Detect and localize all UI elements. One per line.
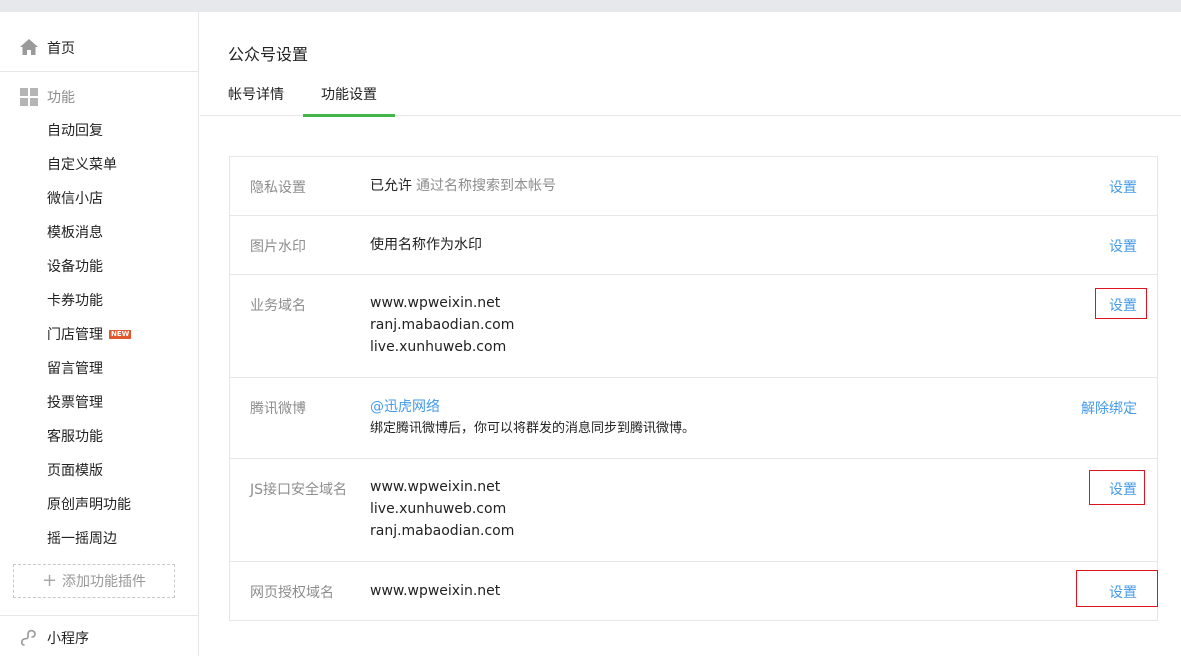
privacy-settings-link[interactable]: 设置 [1109,177,1137,197]
sidebar-group-features: 功能 [0,84,198,108]
sidebar-mini-program-label: 小程序 [47,631,89,647]
domain-item: live.xunhuweb.com [370,339,507,355]
privacy-description: 通过名称搜索到本帐号 [416,178,556,194]
row-label: 图片水印 [250,239,306,255]
tab-account-details[interactable]: 帐号详情 [228,84,284,104]
domain-item: live.xunhuweb.com [370,501,507,517]
plus-icon: + [41,570,58,591]
settings-row-web-auth-domain: 网页授权域名 www.wpweixin.net 设置 [230,562,1158,621]
settings-row-tencent-weibo: 腾讯微博 @迅虎网络 绑定腾讯微博后，你可以将群发的消息同步到腾讯微博。 解除绑… [230,378,1157,459]
row-label: 业务域名 [250,298,306,314]
unbind-weibo-link[interactable]: 解除绑定 [1081,398,1137,418]
row-label: JS接口安全域名 [250,482,348,498]
business-domain-settings-link[interactable]: 设置 [1109,295,1137,315]
sidebar-item-auto-reply[interactable]: 自动回复 [47,120,103,140]
page-title: 公众号设置 [228,45,309,64]
settings-table: 隐私设置 已允许 通过名称搜索到本帐号 设置 图片水印 使用名称作为水印 设置 业… [229,156,1158,621]
domain-list: www.wpweixin.net live.xunhuweb.com ranj.… [370,476,514,542]
settings-row-business-domain: 业务域名 www.wpweixin.net ranj.mabaodian.com… [230,275,1157,378]
sidebar-divider [0,71,198,72]
domain-item: ranj.mabaodian.com [370,523,515,539]
sidebar-item-custom-menu[interactable]: 自定义菜单 [47,154,117,174]
sidebar-group-label: 功能 [47,90,75,106]
sidebar-item-page-template[interactable]: 页面模版 [47,460,103,480]
add-plugin-label: 添加功能插件 [62,574,147,590]
sidebar-home-label: 首页 [47,41,75,57]
sidebar-item-comments[interactable]: 留言管理 [47,358,103,378]
row-value: 使用名称作为水印 [370,237,482,253]
tab-bar: 帐号详情 功能设置 [200,74,1181,117]
row-value: www.wpweixin.net [370,583,501,599]
add-plugin-button[interactable]: + 添加功能插件 [13,564,175,598]
main-content: 公众号设置 帐号详情 功能设置 隐私设置 已允许 通过名称搜索到本帐号 设置 图片… [200,12,1181,656]
sidebar-item-mini-program[interactable]: 小程序 [0,626,198,652]
settings-row-privacy: 隐私设置 已允许 通过名称搜索到本帐号 设置 [230,157,1157,216]
mini-program-icon [20,629,36,646]
row-label: 网页授权域名 [250,585,334,601]
weibo-account-link[interactable]: @迅虎网络 [370,396,695,418]
settings-row-js-api-domain: JS接口安全域名 www.wpweixin.net live.xunhuweb.… [230,459,1157,562]
domain-item: www.wpweixin.net [370,479,501,495]
settings-row-watermark: 图片水印 使用名称作为水印 设置 [230,216,1157,275]
tab-feature-settings[interactable]: 功能设置 [321,84,377,104]
row-label: 腾讯微博 [250,401,306,417]
privacy-status: 已允许 [370,178,412,194]
sidebar: 首页 功能 自动回复 自定义菜单 微信小店 模板消息 设备功能 卡券功能 门店管… [0,12,199,656]
sidebar-item-store-management[interactable]: 门店管理 NEW [47,324,132,344]
row-value: @迅虎网络 绑定腾讯微博后，你可以将群发的消息同步到腾讯微博。 [370,396,695,440]
browser-top-bar [0,0,1181,12]
domain-list: www.wpweixin.net ranj.mabaodian.com live… [370,292,514,358]
web-auth-settings-link[interactable]: 设置 [1109,582,1137,602]
grid-icon [20,88,38,106]
sidebar-item-home[interactable]: 首页 [0,34,198,62]
domain-item: www.wpweixin.net [370,295,501,311]
watermark-settings-link[interactable]: 设置 [1109,236,1137,256]
home-icon [20,39,38,55]
row-label: 隐私设置 [250,180,306,196]
row-value: 已允许 通过名称搜索到本帐号 [370,175,556,197]
sidebar-item-wechat-store[interactable]: 微信小店 [47,188,103,208]
domain-item: ranj.mabaodian.com [370,317,515,333]
js-domain-settings-link[interactable]: 设置 [1109,479,1137,499]
sidebar-item-customer-service[interactable]: 客服功能 [47,426,103,446]
sidebar-item-label: 门店管理 [47,327,103,343]
sidebar-item-device[interactable]: 设备功能 [47,256,103,276]
sidebar-divider [0,615,198,616]
sidebar-item-coupons[interactable]: 卡券功能 [47,290,103,310]
active-tab-indicator [303,114,395,117]
weibo-bind-note: 绑定腾讯微博后，你可以将群发的消息同步到腾讯微博。 [370,421,696,436]
new-badge: NEW [109,330,132,339]
sidebar-item-shake-nearby[interactable]: 摇一摇周边 [47,528,117,548]
sidebar-item-template-message[interactable]: 模板消息 [47,222,103,242]
sidebar-item-original-declaration[interactable]: 原创声明功能 [47,494,131,514]
sidebar-item-voting[interactable]: 投票管理 [47,392,103,412]
